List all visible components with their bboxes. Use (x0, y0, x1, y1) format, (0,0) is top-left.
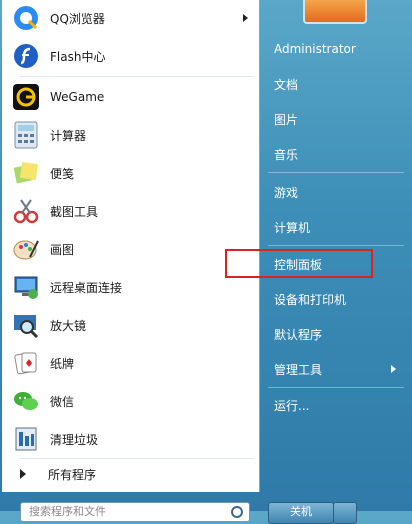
right-item-label: 默认程序 (274, 327, 323, 342)
magnifier-icon (10, 309, 42, 341)
program-sticky-notes[interactable]: 便笺 (10, 156, 256, 190)
search-placeholder: 搜索程序和文件 (29, 505, 106, 518)
expand-arrow-icon (20, 469, 26, 479)
right-item-music[interactable]: 音乐 (266, 139, 408, 169)
flash-icon (10, 40, 42, 72)
program-calculator[interactable]: 计算器 (10, 118, 256, 152)
right-item-label: 设备和打印机 (274, 292, 347, 307)
start-menu-left-pane: QQ浏览器 Flash中心 WeGame 计算器 便笺 截图工具 画图 远程桌面… (2, 0, 260, 492)
cleanup-icon (10, 423, 42, 455)
program-label: 计算器 (50, 128, 87, 143)
program-label: 截图工具 (50, 204, 99, 219)
shutdown-options-button[interactable] (333, 502, 357, 524)
all-programs-label: 所有程序 (48, 467, 97, 482)
program-magnifier[interactable]: 放大镜 (10, 308, 256, 342)
paint-icon (10, 233, 42, 265)
right-item-label: 运行... (274, 398, 310, 413)
snipping-tool-icon (10, 195, 42, 227)
qq-browser-icon (10, 2, 42, 34)
separator (268, 245, 404, 246)
program-remote-desktop[interactable]: 远程桌面连接 (10, 270, 256, 304)
right-item-admin-tools[interactable]: 管理工具 (266, 354, 408, 384)
submenu-arrow-icon (391, 365, 396, 373)
program-label: 便笺 (50, 166, 75, 181)
right-item-label: 图片 (274, 112, 299, 127)
all-programs-button[interactable]: 所有程序 (10, 460, 256, 488)
right-item-games[interactable]: 游戏 (266, 177, 408, 207)
program-label: WeGame (50, 90, 105, 104)
program-label: 画图 (50, 242, 75, 257)
program-wegame[interactable]: WeGame (10, 80, 256, 114)
solitaire-icon (10, 347, 42, 379)
search-icon (231, 506, 243, 518)
user-avatar[interactable] (303, 0, 367, 24)
program-qq-browser[interactable]: QQ浏览器 (10, 1, 256, 35)
separator (268, 172, 404, 173)
right-item-administrator[interactable]: Administrator (266, 34, 408, 64)
right-item-label: 管理工具 (274, 362, 323, 377)
program-label: 远程桌面连接 (50, 280, 123, 295)
calculator-icon (10, 119, 42, 151)
program-flash-center[interactable]: Flash中心 (10, 39, 256, 73)
program-label: QQ浏览器 (50, 11, 105, 26)
highlight-box (225, 249, 373, 278)
program-paint[interactable]: 画图 (10, 232, 256, 266)
program-snipping-tool[interactable]: 截图工具 (10, 194, 256, 228)
program-label: 清理垃圾 (50, 432, 99, 447)
program-solitaire[interactable]: 纸牌 (10, 346, 256, 380)
wechat-icon (10, 385, 42, 417)
program-label: 微信 (50, 394, 75, 409)
right-item-label: 文档 (274, 77, 299, 92)
right-item-documents[interactable]: 文档 (266, 69, 408, 99)
right-item-label: 音乐 (274, 147, 299, 162)
program-label: Flash中心 (50, 49, 106, 64)
right-item-label: 计算机 (274, 220, 311, 235)
submenu-arrow-icon (243, 14, 248, 22)
sticky-notes-icon (10, 157, 42, 189)
program-label: 纸牌 (50, 356, 75, 371)
separator (268, 387, 404, 388)
shutdown-button[interactable]: 关机 (268, 502, 334, 524)
program-wechat[interactable]: 微信 (10, 384, 256, 418)
wegame-icon (10, 81, 42, 113)
remote-desktop-icon (10, 271, 42, 303)
right-item-devices-printers[interactable]: 设备和打印机 (266, 284, 408, 314)
right-item-computer[interactable]: 计算机 (266, 212, 408, 242)
right-item-default-programs[interactable]: 默认程序 (266, 319, 408, 349)
program-label: 放大镜 (50, 318, 87, 333)
right-item-pictures[interactable]: 图片 (266, 104, 408, 134)
right-item-run[interactable]: 运行... (266, 390, 408, 420)
separator (20, 76, 254, 77)
shutdown-label: 关机 (290, 505, 312, 518)
program-cleanup[interactable]: 清理垃圾 (10, 422, 256, 456)
search-input[interactable]: 搜索程序和文件 (20, 502, 250, 522)
right-item-label: 游戏 (274, 185, 299, 200)
separator (20, 458, 254, 459)
right-item-label: Administrator (274, 42, 356, 56)
